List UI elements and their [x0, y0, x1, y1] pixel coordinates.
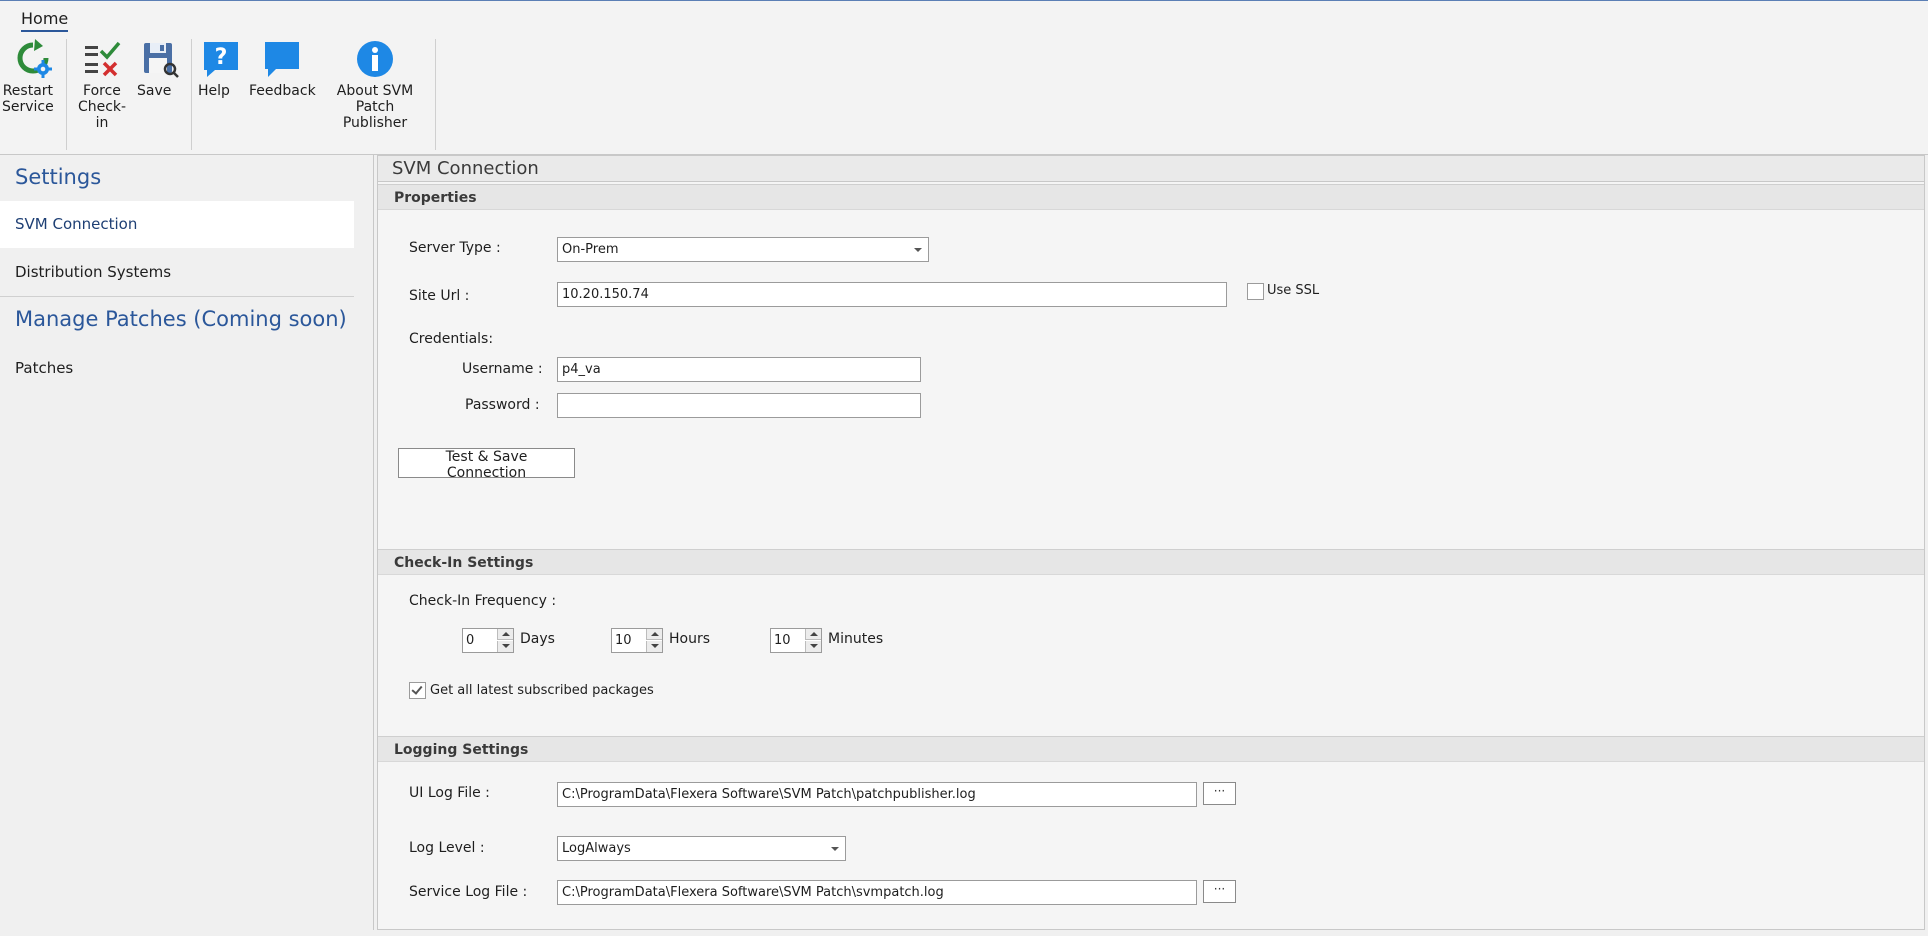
ui-log-file-input[interactable] — [557, 782, 1197, 807]
log-level-label: Log Level : — [409, 840, 485, 856]
get-latest-label: Get all latest subscribed packages — [430, 683, 654, 698]
days-increment[interactable] — [497, 629, 513, 640]
sidebar-item-svm-connection[interactable]: SVM Connection — [0, 201, 354, 248]
ribbon-group-actions: Force Check-in Save — [67, 39, 192, 150]
chevron-down-icon — [831, 847, 839, 851]
restart-service-button[interactable]: Restart Service — [2, 39, 64, 115]
force-checkin-icon — [85, 41, 121, 77]
service-log-file-label: Service Log File : — [409, 884, 528, 900]
hours-decrement[interactable] — [646, 641, 662, 652]
ui-log-file-label: UI Log File : — [409, 785, 490, 801]
service-log-browse-button[interactable]: ··· — [1203, 880, 1236, 903]
logging-settings-header: Logging Settings — [378, 736, 1924, 762]
minutes-decrement[interactable] — [805, 641, 821, 652]
help-icon: ? — [204, 42, 238, 77]
test-save-connection-button[interactable]: Test & Save Connection — [398, 448, 575, 481]
credentials-label: Credentials: — [409, 331, 494, 347]
service-log-file-input[interactable] — [557, 880, 1197, 905]
get-latest-checkbox[interactable] — [409, 682, 426, 699]
settings-header: Settings — [15, 165, 102, 189]
help-label: Help — [198, 83, 230, 99]
restart-icon — [17, 39, 52, 78]
password-input[interactable] — [557, 393, 921, 418]
username-label: Username : — [462, 361, 543, 377]
password-label: Password : — [465, 397, 540, 413]
tab-home[interactable]: Home — [21, 9, 69, 32]
feedback-label: Feedback — [249, 83, 316, 99]
use-ssl-label: Use SSL — [1267, 283, 1320, 298]
minutes-value: 10 — [774, 633, 791, 648]
checkin-settings-header: Check-In Settings — [378, 549, 1924, 575]
properties-header: Properties — [378, 184, 1924, 210]
days-label: Days — [520, 631, 555, 647]
help-button[interactable]: ? Help — [198, 39, 244, 99]
sidebar-divider — [0, 296, 354, 297]
about-label: About SVM Patch Publisher — [336, 83, 414, 131]
manage-patches-header: Manage Patches (Coming soon) — [15, 307, 347, 331]
days-stepper[interactable]: 0 — [462, 628, 514, 653]
days-decrement[interactable] — [497, 641, 513, 652]
feedback-button[interactable]: Feedback — [249, 39, 316, 99]
hours-label: Hours — [669, 631, 711, 647]
log-level-dropdown[interactable]: LogAlways — [557, 836, 846, 861]
ui-log-browse-button[interactable]: ··· — [1203, 782, 1236, 805]
force-checkin-label: Force Check-in — [77, 83, 127, 131]
site-url-label: Site Url : — [409, 288, 470, 304]
minutes-label: Minutes — [828, 631, 884, 647]
log-level-value: LogAlways — [562, 841, 631, 856]
save-icon — [144, 43, 179, 78]
save-label: Save — [137, 83, 172, 99]
feedback-icon — [265, 42, 299, 77]
sidebar: Settings SVM Connection Distribution Sys… — [0, 155, 374, 930]
checkmark-icon — [411, 683, 423, 695]
main-panel: SVM Connection Properties Server Type : … — [377, 155, 1925, 930]
svg-text:?: ? — [215, 45, 228, 70]
ribbon-group-service: Restart Service — [0, 39, 67, 150]
hours-stepper[interactable]: 10 — [611, 628, 663, 653]
chevron-down-icon — [914, 248, 922, 252]
page-title: SVM Connection — [378, 156, 1924, 182]
restart-service-label: Restart Service — [2, 83, 54, 115]
ribbon: Home Restart Service Force Check-in Save… — [0, 0, 1928, 155]
sidebar-item-distribution-systems[interactable]: Distribution Systems — [0, 249, 354, 296]
days-value: 0 — [466, 633, 475, 648]
use-ssl-checkbox[interactable] — [1247, 283, 1264, 300]
server-type-dropdown[interactable]: On-Prem — [557, 237, 929, 262]
hours-value: 10 — [615, 633, 632, 648]
checkin-frequency-label: Check-In Frequency : — [409, 593, 557, 609]
minutes-stepper[interactable]: 10 — [770, 628, 822, 653]
server-type-label: Server Type : — [409, 240, 501, 256]
minutes-increment[interactable] — [805, 629, 821, 640]
username-input[interactable] — [557, 357, 921, 382]
sidebar-item-patches[interactable]: Patches — [0, 345, 354, 392]
info-icon — [357, 41, 393, 77]
server-type-value: On-Prem — [562, 242, 619, 257]
site-url-input[interactable] — [557, 282, 1227, 307]
about-button[interactable]: About SVM Patch Publisher — [320, 39, 430, 131]
force-checkin-button[interactable]: Force Check-in — [73, 39, 131, 131]
ribbon-group-help: ? Help Feedback About SVM Patch Publishe… — [192, 39, 436, 150]
save-button[interactable]: Save — [137, 39, 183, 99]
hours-increment[interactable] — [646, 629, 662, 640]
